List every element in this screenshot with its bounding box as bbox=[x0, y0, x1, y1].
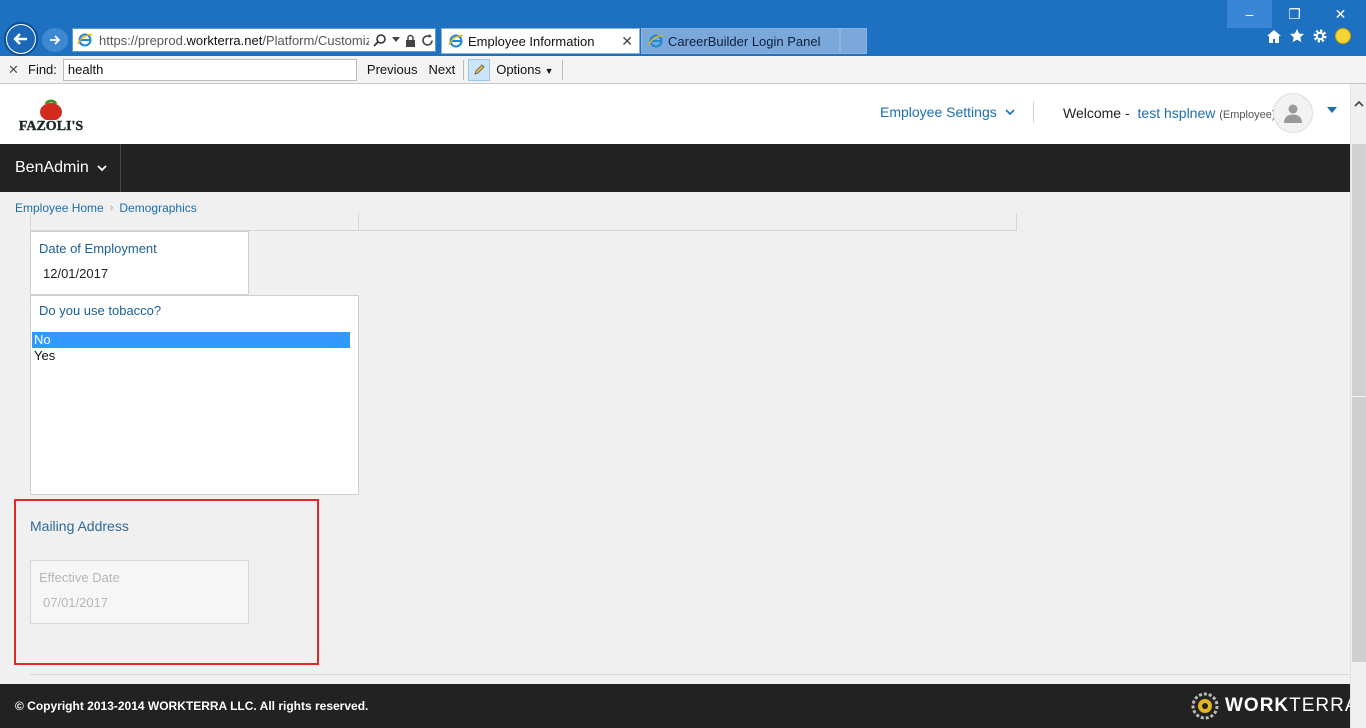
favorites-star-icon[interactable] bbox=[1289, 28, 1305, 44]
tobacco-listbox[interactable]: No Yes bbox=[32, 332, 350, 364]
mailing-address-title: Mailing Address bbox=[30, 518, 129, 534]
find-separator bbox=[561, 59, 563, 80]
ie-page-icon bbox=[77, 33, 93, 47]
new-tab-button[interactable] bbox=[840, 28, 867, 54]
employee-settings-menu[interactable]: Employee Settings bbox=[880, 104, 1015, 120]
home-icon[interactable] bbox=[1266, 29, 1282, 44]
gear-icon[interactable] bbox=[1312, 28, 1328, 44]
page-footer: © Copyright 2013-2014 WORKTERRA LLC. All… bbox=[0, 684, 1358, 728]
back-button[interactable] bbox=[4, 22, 38, 56]
lock-icon[interactable] bbox=[405, 34, 416, 47]
search-icon[interactable] bbox=[373, 33, 387, 47]
date-of-employment-field[interactable]: Date of Employment 12/01/2017 bbox=[30, 231, 249, 295]
find-previous-button[interactable]: Previous bbox=[367, 62, 418, 77]
content-divider bbox=[30, 674, 1350, 675]
tobacco-option-yes[interactable]: Yes bbox=[32, 348, 350, 364]
page-scrollbar[interactable] bbox=[1350, 84, 1366, 728]
date-of-employment-value: 12/01/2017 bbox=[43, 266, 109, 281]
copyright-text: © Copyright 2013-2014 WORKTERRA LLC. All… bbox=[15, 699, 369, 713]
forward-arrow-icon bbox=[50, 35, 61, 45]
header-divider bbox=[1033, 102, 1034, 122]
tab-label: Employee Information bbox=[468, 33, 595, 49]
user-silhouette-icon bbox=[1284, 104, 1302, 123]
back-arrow-icon bbox=[7, 25, 35, 53]
tab-employee-information[interactable]: Employee Information ✕ bbox=[441, 28, 640, 54]
scroll-up-arrow-icon[interactable] bbox=[1351, 96, 1366, 110]
page-header: FAZOLI'S Employee Settings Welcome - tes… bbox=[0, 84, 1350, 144]
date-of-employment-label: Date of Employment bbox=[39, 241, 157, 256]
workterra-logo: WORKTERRA bbox=[1191, 692, 1359, 720]
restore-button[interactable]: ❐ bbox=[1272, 0, 1317, 28]
previous-field-divider bbox=[358, 213, 359, 230]
welcome-text: Welcome - test hsplnew (Employee) bbox=[1063, 105, 1276, 121]
effective-date-label: Effective Date bbox=[39, 570, 120, 585]
forward-button[interactable] bbox=[42, 28, 68, 52]
effective-date-value: 07/01/2017 bbox=[43, 595, 109, 610]
feedback-smiley-icon[interactable] bbox=[1335, 28, 1351, 44]
workterra-emblem-icon bbox=[1191, 692, 1219, 720]
user-role: (Employee) bbox=[1219, 109, 1276, 121]
user-menu-caret-icon[interactable] bbox=[1327, 107, 1337, 113]
browser-title-bar: https://preprod.workterra.net/Platform/C… bbox=[0, 0, 1366, 56]
scrollbar-thumb-lower[interactable] bbox=[1352, 397, 1366, 662]
tab-careerbuilder[interactable]: CareerBuilder Login Panel bbox=[641, 28, 840, 54]
refresh-icon[interactable] bbox=[421, 33, 434, 47]
tobacco-label: Do you use tobacco? bbox=[39, 303, 162, 318]
close-tab-icon[interactable]: ✕ bbox=[621, 33, 633, 50]
scrollbar-thumb[interactable] bbox=[1352, 144, 1366, 396]
svg-text:FAZOLI'S: FAZOLI'S bbox=[19, 119, 84, 134]
minimize-button[interactable]: – bbox=[1227, 0, 1272, 28]
tab-label: CareerBuilder Login Panel bbox=[668, 33, 821, 49]
ie-tab-icon bbox=[648, 34, 664, 48]
find-bar: ✕ Find: health Previous Next Options ▼ bbox=[0, 56, 1366, 84]
effective-date-field: Effective Date 07/01/2017 bbox=[30, 560, 249, 624]
fazolis-logo[interactable]: FAZOLI'S bbox=[18, 98, 84, 136]
close-find-icon[interactable]: ✕ bbox=[8, 62, 22, 78]
tobacco-option-no[interactable]: No bbox=[32, 332, 350, 348]
chevron-down-icon bbox=[1005, 108, 1015, 115]
avatar[interactable] bbox=[1273, 93, 1313, 133]
find-options-button[interactable]: Options ▼ bbox=[496, 62, 553, 77]
address-bar[interactable]: https://preprod.workterra.net/Platform/C… bbox=[72, 28, 436, 52]
user-name-link[interactable]: test hsplnew bbox=[1138, 105, 1216, 121]
close-window-button[interactable]: ✕ bbox=[1318, 0, 1363, 28]
find-next-button[interactable]: Next bbox=[428, 62, 455, 77]
highlight-pencil-icon[interactable] bbox=[468, 58, 491, 81]
tobacco-field: Do you use tobacco? No Yes bbox=[30, 295, 359, 495]
chevron-down-icon bbox=[97, 164, 107, 171]
benadmin-menu[interactable]: BenAdmin bbox=[0, 144, 121, 192]
previous-section-edge bbox=[30, 213, 1017, 231]
find-label: Find: bbox=[28, 62, 57, 77]
url-text: https://preprod.workterra.net/Platform/C… bbox=[99, 32, 369, 48]
find-separator bbox=[463, 59, 465, 80]
ie-tab-icon bbox=[448, 34, 464, 48]
chevron-down-icon[interactable] bbox=[392, 37, 400, 43]
find-input[interactable]: health bbox=[62, 58, 357, 81]
main-nav: BenAdmin bbox=[0, 144, 1350, 192]
